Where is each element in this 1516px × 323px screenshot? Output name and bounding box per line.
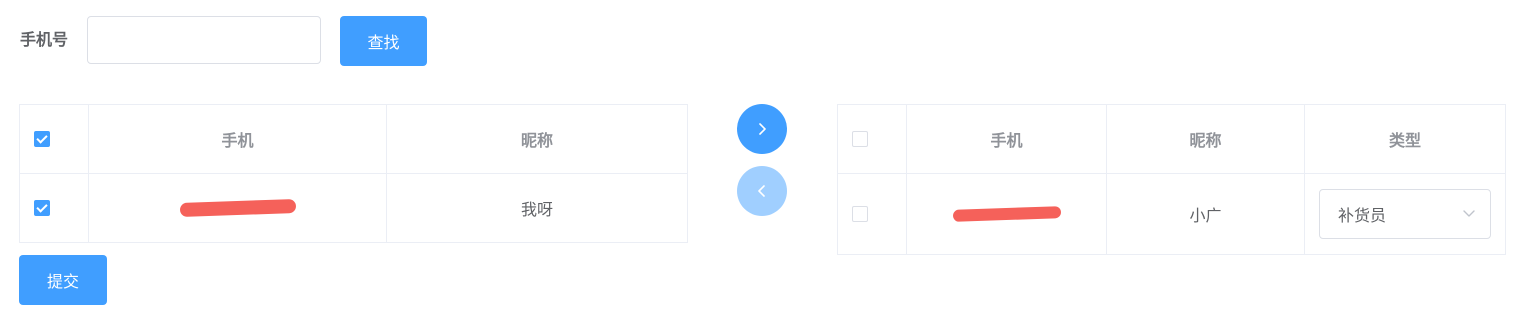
- right-user-table: 手机 昵称 类型 小广 补货员: [837, 104, 1506, 255]
- column-header-nickname: 昵称: [1106, 104, 1305, 174]
- redacted-phone: 1: [179, 198, 296, 217]
- type-select[interactable]: 补货员: [1319, 189, 1491, 239]
- move-right-button[interactable]: [737, 104, 787, 154]
- move-left-button[interactable]: [737, 166, 787, 216]
- nickname-cell: 小广: [1106, 173, 1305, 255]
- select-all-cell: [19, 104, 89, 174]
- nickname-cell: 我呀: [386, 173, 688, 243]
- column-header-type: 类型: [1304, 104, 1506, 174]
- chevron-down-icon: [1463, 210, 1475, 217]
- table-header-row: 手机 昵称 类型: [837, 104, 1506, 174]
- left-user-table: 手机 昵称 1 我呀: [19, 104, 688, 243]
- phone-cell: [906, 173, 1107, 255]
- row-checkbox[interactable]: [34, 199, 50, 216]
- row-checkbox[interactable]: [852, 205, 868, 222]
- select-all-cell: [837, 104, 907, 174]
- row-select-cell: [837, 173, 907, 255]
- phone-search-label: 手机号: [20, 32, 69, 49]
- column-header-phone: 手机: [906, 104, 1107, 174]
- select-all-checkbox[interactable]: [34, 130, 50, 147]
- table-row[interactable]: 1 我呀: [19, 173, 688, 243]
- chevron-left-icon: [758, 185, 765, 197]
- table-row[interactable]: 小广 补货员: [837, 173, 1506, 255]
- search-button[interactable]: 查找: [340, 16, 427, 66]
- chevron-right-icon: [759, 123, 766, 135]
- type-cell: 补货员: [1304, 173, 1506, 255]
- redacted-phone: [952, 205, 1061, 222]
- table-header-row: 手机 昵称: [19, 104, 688, 174]
- column-header-nickname: 昵称: [386, 104, 688, 174]
- type-select-value: 补货员: [1338, 208, 1387, 225]
- column-header-phone: 手机: [88, 104, 387, 174]
- submit-button[interactable]: 提交: [19, 255, 107, 305]
- phone-search-input[interactable]: [87, 16, 321, 64]
- select-all-checkbox[interactable]: [852, 130, 868, 147]
- row-select-cell: [19, 173, 89, 243]
- phone-cell: 1: [88, 173, 387, 243]
